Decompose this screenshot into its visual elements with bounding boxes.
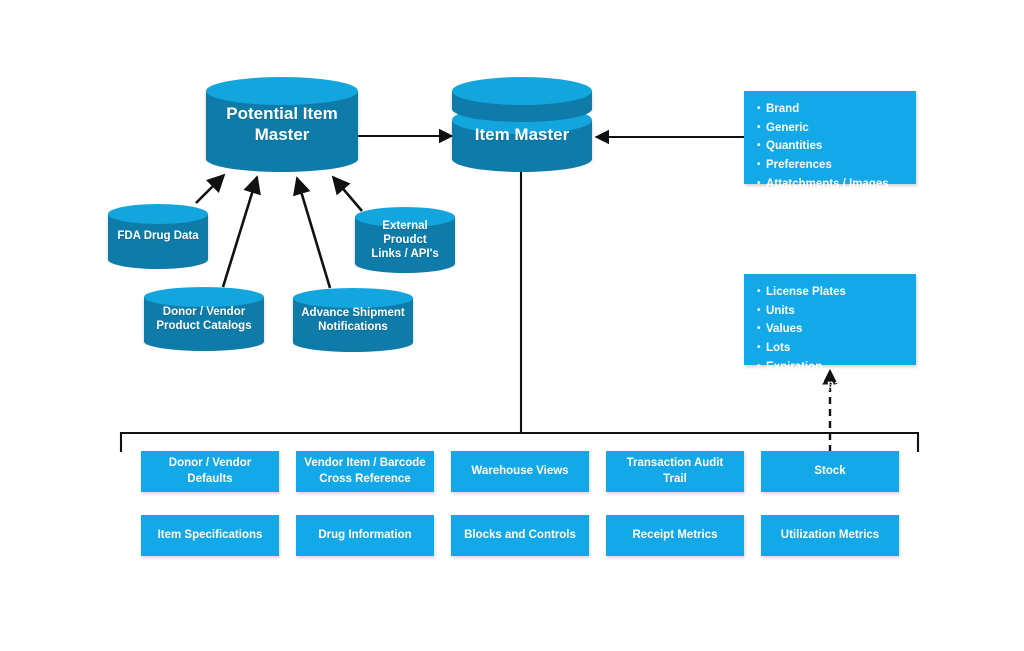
cylinder-top-ellipse: [206, 77, 358, 105]
panel-item: Brand: [757, 100, 916, 119]
node-label: Donor / Vendor Product Catalogs: [156, 305, 252, 332]
cylinder-bottom-ellipse: [108, 250, 208, 269]
box-label: Utilization Metrics: [780, 528, 880, 541]
cylinder-top-ellipse: [108, 204, 208, 224]
node-external-product-links[interactable]: External Proudct Links / API's: [355, 207, 455, 273]
box-transaction-audit-trail[interactable]: Transaction Audit Trail: [606, 451, 744, 492]
node-item-master[interactable]: Item Master: [452, 77, 592, 172]
node-advance-shipment-notifications[interactable]: Advance Shipment Notifications: [293, 288, 413, 352]
box-warehouse-views[interactable]: Warehouse Views: [451, 451, 589, 492]
box-label: Donor / Vendor Defaults: [168, 457, 252, 485]
panel-item: 100+ other parameters: [757, 376, 916, 395]
node-fda-drug-data[interactable]: FDA Drug Data: [108, 204, 208, 269]
node-donor-vendor-product-catalogs[interactable]: Donor / Vendor Product Catalogs: [144, 287, 264, 351]
panel-item: 100+ other paramenters: [757, 193, 916, 212]
panel-item: Units: [757, 302, 916, 321]
connector-external-links-to-potential: [331, 175, 363, 212]
panel-item: Quantities: [757, 137, 916, 156]
node-label: Advance Shipment Notifications: [301, 306, 405, 333]
node-potential-item-master[interactable]: Potential Item Master: [206, 77, 358, 172]
box-label: Transaction Audit Trail: [626, 457, 724, 485]
panel-item: Attatchments / Images: [757, 175, 916, 194]
connector-asn-to-potential: [292, 176, 332, 289]
box-label: Vendor Item / Barcode Cross Reference: [304, 457, 426, 485]
box-label: Receipt Metrics: [632, 528, 718, 541]
box-label: Drug Information: [318, 528, 412, 541]
cylinder-bottom-ellipse: [293, 333, 413, 352]
box-label: Blocks and Controls: [464, 528, 576, 541]
box-receipt-metrics[interactable]: Receipt Metrics: [606, 515, 744, 556]
box-vendor-item-barcode-cross-reference[interactable]: Vendor Item / Barcode Cross Reference: [296, 451, 434, 492]
panel-item: Expiration: [757, 358, 916, 377]
cylinder-bottom-ellipse: [452, 146, 592, 172]
box-label: Item Specifications: [157, 528, 263, 541]
box-stock[interactable]: Stock: [761, 451, 899, 492]
output-bracket: [119, 431, 920, 452]
node-label: Item Master: [474, 125, 570, 145]
node-label: External Proudct Links / API's: [371, 219, 439, 260]
box-item-specifications[interactable]: Item Specifications: [141, 515, 279, 556]
connector-fda-to-potential: [195, 173, 226, 204]
panel-stock-attributes[interactable]: License Plates Units Values Lots Expirat…: [744, 274, 916, 391]
box-blocks-and-controls[interactable]: Blocks and Controls: [451, 515, 589, 556]
panel-item: Values: [757, 320, 916, 339]
cylinder-bottom-ellipse: [206, 146, 358, 172]
box-utilization-metrics[interactable]: Utilization Metrics: [761, 515, 899, 556]
node-label: FDA Drug Data: [117, 230, 199, 243]
panel-item: Generic: [757, 119, 916, 138]
panel-item: License Plates: [757, 283, 916, 302]
panel-item: Lots: [757, 339, 916, 358]
cylinder-top-ellipse: [452, 77, 592, 105]
panel-item-attributes[interactable]: Brand Generic Quantities Preferences Att…: [744, 91, 916, 208]
cylinder-bottom-ellipse: [144, 332, 264, 351]
box-donor-vendor-defaults[interactable]: Donor / Vendor Defaults: [141, 451, 279, 492]
panel-item: Preferences: [757, 156, 916, 175]
node-label: Potential Item Master: [226, 103, 338, 144]
box-drug-information[interactable]: Drug Information: [296, 515, 434, 556]
box-label: Stock: [814, 464, 846, 477]
connector-catalogs-to-potential: [221, 175, 261, 288]
diagram-canvas: Potential Item Master Item Master FDA Dr…: [0, 0, 1024, 651]
box-label: Warehouse Views: [471, 464, 569, 477]
